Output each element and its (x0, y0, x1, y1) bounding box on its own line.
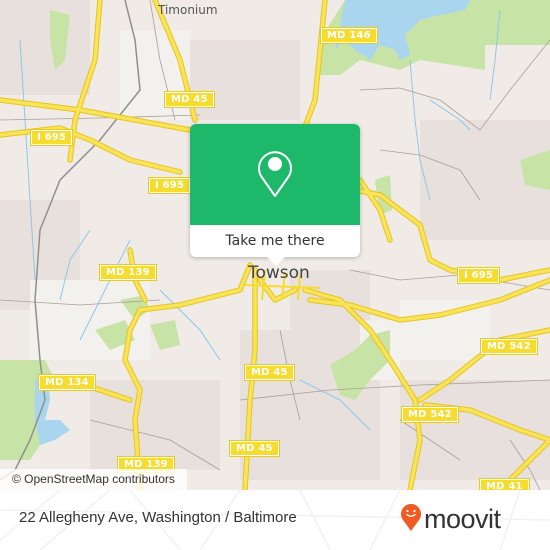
road-shield: MD 134 (38, 374, 96, 391)
road-shield: MD 146 (320, 27, 378, 44)
place-label-timonium: Timonium (158, 3, 218, 17)
map-canvas[interactable]: Timonium Towson MD 146 MD 45 I 695 I 695… (0, 0, 550, 490)
road-shield: I 695 (29, 129, 74, 146)
place-label-towson: Towson (248, 263, 310, 283)
map-pin-icon (255, 146, 295, 204)
map-attribution[interactable]: © OpenStreetMap contributors (0, 469, 187, 490)
location-popup: Take me there (190, 124, 360, 266)
moovit-logo[interactable]: moovit (400, 502, 501, 536)
take-me-there-button[interactable]: Take me there (190, 225, 360, 257)
road-shield: I 695 (456, 267, 501, 284)
popup-pointer (267, 257, 285, 266)
popup-header (190, 124, 360, 225)
road-shield: MD 139 (99, 264, 157, 281)
footer-bar: 22 Allegheny Ave, Washington / Baltimore… (0, 490, 550, 550)
road-shield: MD 542 (401, 406, 459, 423)
address-text: 22 Allegheny Ave, Washington / Baltimore (19, 509, 297, 526)
road-shield: MD 45 (229, 440, 280, 457)
road-shield: MD 41 (479, 478, 530, 490)
road-shield: MD 542 (480, 338, 538, 355)
moovit-wordmark: moovit (424, 503, 501, 534)
road-shield: MD 45 (164, 91, 215, 108)
road-shield: MD 45 (244, 364, 295, 381)
moovit-pin-icon (400, 502, 422, 536)
road-shield: I 695 (147, 177, 192, 194)
